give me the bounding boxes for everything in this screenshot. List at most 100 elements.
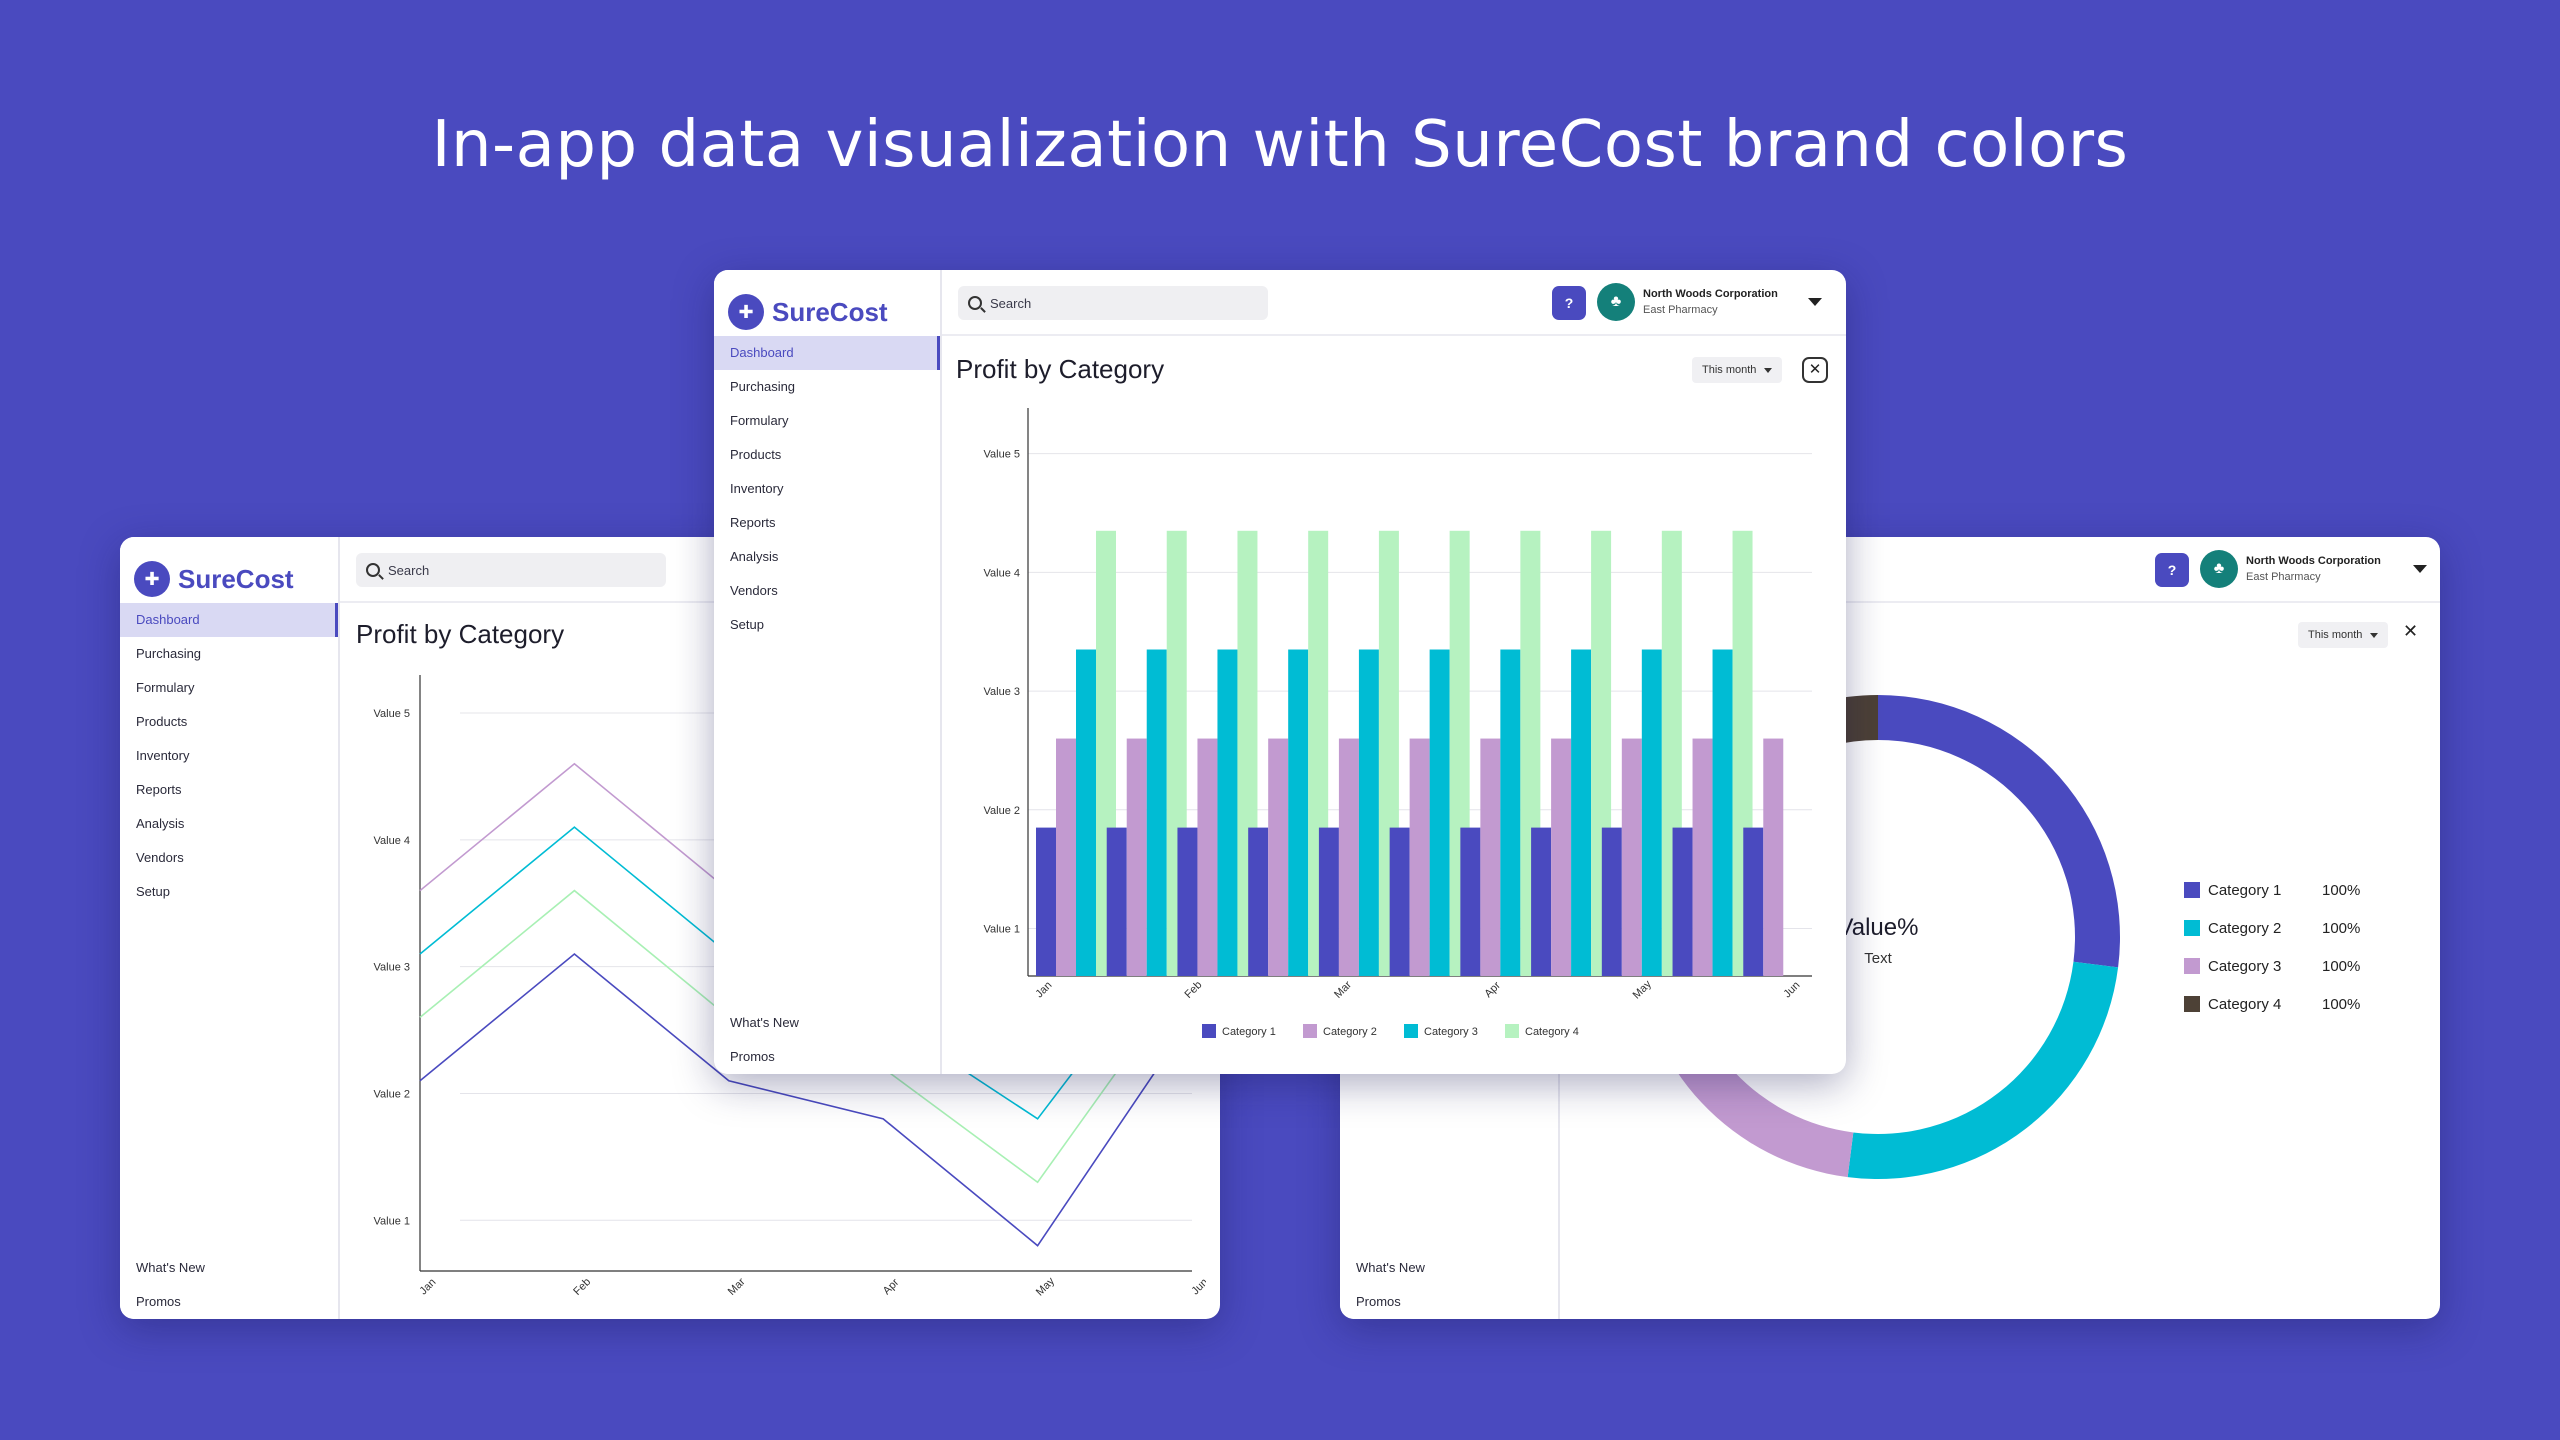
legend-label: Category 4 [2208,996,2281,1013]
bar-category-3 [1429,649,1450,976]
org-switcher[interactable]: North Woods Corporation East Pharmacy [2246,553,2381,585]
sidebar-item-promos[interactable]: Promos [1340,1285,1558,1319]
sidebar-item-inventory[interactable]: Inventory [120,739,338,773]
bar-category-3 [1076,649,1096,976]
bar-category-3 [1500,649,1521,976]
sidebar-item-inventory[interactable]: Inventory [714,472,940,506]
bar-category-1 [1248,827,1269,976]
sidebar: ✚ SureCost Dashboard Purchasing Formular… [714,270,942,1074]
logo-text: SureCost [772,296,888,327]
chevron-down-icon[interactable] [1808,298,1822,306]
search-input[interactable]: Search [356,553,666,587]
x-tick-label: Jan [1033,979,1054,1000]
sidebar: ✚ SureCost Dashboard Purchasing Formular… [120,537,340,1319]
sidebar-item-formulary[interactable]: Formulary [120,671,338,705]
close-button[interactable]: ✕ [1802,357,1828,383]
sidebar-item-products[interactable]: Products [120,705,338,739]
bar-category-2 [1197,738,1218,976]
org-location: East Pharmacy [2246,571,2321,583]
search-input[interactable]: Search [958,286,1268,320]
bar-category-2 [1056,738,1076,976]
sidebar-item-purchasing[interactable]: Purchasing [714,370,940,404]
bar-category-3 [1571,649,1592,976]
sidebar-item-setup[interactable]: Setup [714,608,940,642]
org-avatar-icon[interactable]: ♣ [2200,550,2238,588]
org-name: North Woods Corporation [2246,555,2381,567]
org-avatar-icon[interactable]: ♣ [1597,283,1635,321]
sidebar-item-vendors[interactable]: Vendors [714,574,940,608]
surecost-logo-icon: ✚ [728,294,764,330]
bar-category-3 [1641,649,1662,976]
y-tick-label: Value 5 [374,708,411,720]
bar-category-1 [1177,827,1198,976]
sidebar-item-vendors[interactable]: Vendors [120,841,338,875]
legend-value: 100% [2322,958,2360,975]
sidebar-item-whats-new[interactable]: What's New [714,1006,940,1040]
legend-value: 100% [2322,996,2360,1013]
bar-category-3 [1358,649,1379,976]
legend-swatch [1303,1024,1317,1038]
y-tick-label: Value 1 [374,1215,411,1227]
sidebar-item-formulary[interactable]: Formulary [714,404,940,438]
bar-category-2 [1692,738,1713,976]
bar-category-1 [1318,827,1339,976]
legend-swatch [1404,1024,1418,1038]
bar-category-2 [1621,738,1642,976]
bar-category-2 [1126,738,1147,976]
legend-label: Category 1 [1222,1026,1276,1038]
bar-category-2 [1268,738,1289,976]
org-name: North Woods Corporation [1643,288,1778,300]
sidebar-item-setup[interactable]: Setup [120,875,338,909]
sidebar-item-products[interactable]: Products [714,438,940,472]
org-switcher[interactable]: North Woods Corporation East Pharmacy [1643,286,1778,318]
legend-label: Category 1 [2208,882,2281,899]
donut-center-text: Text [1864,950,1892,967]
bar-category-2 [1409,738,1430,976]
bar-category-2 [1480,738,1501,976]
help-button[interactable]: ? [2155,553,2189,587]
sidebar-item-analysis[interactable]: Analysis [120,807,338,841]
x-tick-label: Jun [1189,1276,1206,1297]
logo[interactable]: ✚ SureCost [120,537,338,603]
bar-category-1 [1672,827,1693,976]
x-tick-label: Feb [1183,979,1205,1001]
close-icon[interactable]: ✕ [2403,621,2418,642]
sidebar-item-whats-new[interactable]: What's New [1340,1251,1558,1285]
bar-category-3 [1288,649,1309,976]
help-button[interactable]: ? [1552,286,1586,320]
sidebar-item-reports[interactable]: Reports [120,773,338,807]
bar-category-2 [1338,738,1359,976]
x-tick-label: Jan [417,1276,438,1297]
sidebar-nav: Dashboard Purchasing Formulary Products … [714,336,940,642]
x-tick-label: Mar [726,1276,748,1298]
topbar: Search ? ♣ North Woods Corporation East … [942,270,1846,336]
sidebar-item-analysis[interactable]: Analysis [714,540,940,574]
window-bar-chart: ✚ SureCost Dashboard Purchasing Formular… [714,270,1846,1074]
search-icon [366,563,380,577]
donut-slice-category-2 [1847,961,2119,1179]
bar-category-3 [1217,649,1238,976]
sidebar-item-promos[interactable]: Promos [714,1040,940,1074]
logo[interactable]: ✚ SureCost [714,270,940,336]
y-tick-label: Value 3 [984,686,1021,698]
sidebar-item-dashboard[interactable]: Dashboard [714,336,940,370]
sidebar-item-reports[interactable]: Reports [714,506,940,540]
search-placeholder: Search [990,295,1032,311]
period-select[interactable]: This month [1692,357,1783,383]
sidebar-item-promos[interactable]: Promos [120,1285,338,1319]
x-tick-label: Apr [881,1276,902,1297]
y-tick-label: Value 2 [984,805,1021,817]
panel-title: Profit by Category [956,354,1165,384]
legend-label: Category 3 [1424,1026,1478,1038]
sidebar-item-purchasing[interactable]: Purchasing [120,637,338,671]
legend-label: Category 4 [1525,1026,1579,1038]
chevron-down-icon[interactable] [2413,565,2427,573]
bar-category-1 [1601,827,1622,976]
surecost-logo-icon: ✚ [134,561,170,597]
bar-category-1 [1389,827,1410,976]
period-select[interactable]: This month [2298,622,2389,648]
sidebar-item-whats-new[interactable]: What's New [120,1251,338,1285]
sidebar-item-dashboard[interactable]: Dashboard [120,603,338,637]
legend-swatch [2184,996,2200,1012]
legend-swatch [2184,958,2200,974]
